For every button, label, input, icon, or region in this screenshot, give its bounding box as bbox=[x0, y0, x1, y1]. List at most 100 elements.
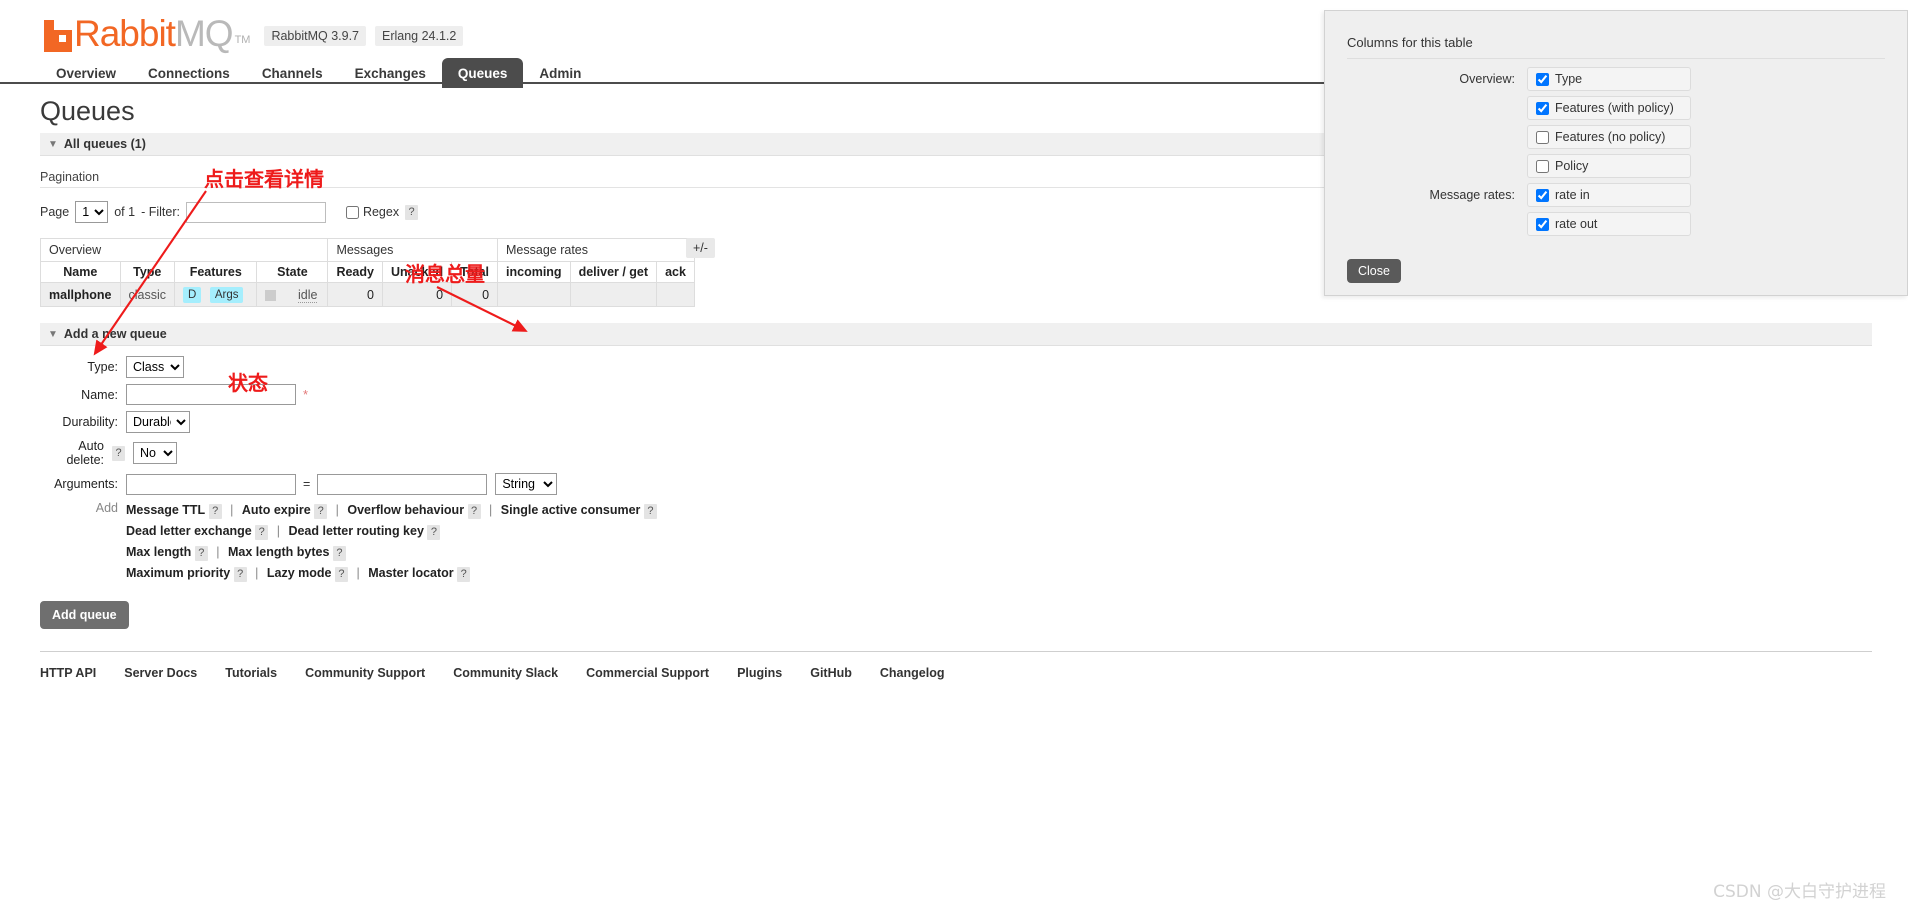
preset-lazy-mode-help-icon[interactable]: ? bbox=[334, 567, 348, 582]
preset-line-3: Max length ? | Max length bytes ? bbox=[126, 543, 657, 561]
preset-max-length-help-icon[interactable]: ? bbox=[194, 546, 208, 561]
preset-single-active-consumer[interactable]: Single active consumer bbox=[501, 503, 641, 517]
preset-dead-letter-routing-key[interactable]: Dead letter routing key bbox=[288, 524, 423, 538]
brand-text: RabbitMQ bbox=[74, 13, 234, 54]
footer-link-plugins[interactable]: Plugins bbox=[737, 666, 782, 680]
preset-single-active-consumer-help-icon[interactable]: ? bbox=[643, 504, 657, 519]
label-type: Type: bbox=[87, 360, 118, 374]
footer-link-community-support[interactable]: Community Support bbox=[305, 666, 425, 680]
column-option-policy[interactable]: Policy bbox=[1527, 154, 1691, 178]
footer-link-github[interactable]: GitHub bbox=[810, 666, 852, 680]
badge-durable[interactable]: D bbox=[183, 286, 202, 303]
regex-checkbox[interactable] bbox=[345, 205, 359, 219]
preset-overflow-behaviour[interactable]: Overflow behaviour bbox=[347, 503, 464, 517]
add-queue-button[interactable]: Add queue bbox=[40, 601, 129, 629]
footer-link-tutorials[interactable]: Tutorials bbox=[225, 666, 277, 680]
preset-message-ttl-help-icon[interactable]: ? bbox=[208, 504, 222, 519]
column-option-features-with-policy[interactable]: Features (with policy) bbox=[1527, 96, 1691, 120]
preset-message-ttl[interactable]: Message TTL bbox=[126, 503, 205, 517]
auto-delete-select[interactable]: No bbox=[133, 442, 177, 464]
column-checkbox-rate-out[interactable] bbox=[1536, 217, 1549, 231]
footer-link-server-docs[interactable]: Server Docs bbox=[124, 666, 197, 680]
auto-delete-help-icon[interactable]: ? bbox=[112, 445, 125, 461]
column-option-type[interactable]: Type bbox=[1527, 67, 1691, 91]
tab-exchanges[interactable]: Exchanges bbox=[339, 58, 442, 88]
col-total[interactable]: Total bbox=[451, 261, 499, 283]
col-type[interactable]: Type bbox=[119, 261, 176, 283]
preset-maximum-priority[interactable]: Maximum priority bbox=[126, 566, 230, 580]
preset-auto-expire-help-icon[interactable]: ? bbox=[314, 504, 328, 519]
col-incoming[interactable]: incoming bbox=[497, 261, 571, 283]
filter-input[interactable] bbox=[185, 201, 326, 223]
argument-presets: Add Message TTL ? | Auto expire ? | Over… bbox=[40, 501, 1908, 585]
preset-max-length-bytes[interactable]: Max length bytes bbox=[228, 545, 329, 559]
tab-queues[interactable]: Queues bbox=[441, 58, 524, 88]
preset-maximum-priority-help-icon[interactable]: ? bbox=[233, 567, 247, 582]
tab-admin[interactable]: Admin bbox=[523, 58, 597, 88]
tab-overview[interactable]: Overview bbox=[40, 58, 132, 88]
col-unacked[interactable]: Unacked bbox=[381, 261, 453, 283]
col-features[interactable]: Features bbox=[174, 261, 258, 283]
column-checkbox-features-no-policy[interactable] bbox=[1536, 130, 1549, 144]
column-checkbox-features-with-policy[interactable] bbox=[1536, 101, 1549, 115]
queue-name-link[interactable]: mallphone bbox=[49, 288, 112, 302]
preset-lazy-mode[interactable]: Lazy mode bbox=[267, 566, 332, 580]
label-name: Name: bbox=[81, 387, 118, 402]
argument-type-select[interactable]: String bbox=[495, 473, 558, 495]
form-row-arguments: Arguments: = String bbox=[40, 473, 1908, 495]
preset-max-length[interactable]: Max length bbox=[126, 545, 191, 559]
footer-link-changelog[interactable]: Changelog bbox=[880, 666, 945, 680]
column-checkbox-policy[interactable] bbox=[1536, 159, 1549, 173]
column-checkbox-rate-in[interactable] bbox=[1536, 188, 1549, 202]
preset-master-locator[interactable]: Master locator bbox=[368, 566, 453, 580]
footer-link-community-slack[interactable]: Community Slack bbox=[453, 666, 558, 680]
add-queue-section-label: Add a new queue bbox=[63, 327, 167, 341]
tab-channels[interactable]: Channels bbox=[246, 58, 339, 88]
preset-auto-expire[interactable]: Auto expire bbox=[242, 503, 311, 517]
badge-args[interactable]: Args bbox=[209, 286, 244, 303]
tab-connections[interactable]: Connections bbox=[132, 58, 246, 88]
brand-mq: MQ bbox=[174, 13, 234, 54]
page-select[interactable]: 1 bbox=[75, 201, 109, 223]
footer-link-http-api[interactable]: HTTP API bbox=[40, 666, 96, 680]
cell-queue-name[interactable]: mallphone bbox=[40, 282, 121, 307]
column-checkbox-type[interactable] bbox=[1536, 72, 1549, 86]
trademark-mark: TM bbox=[234, 34, 251, 46]
queue-name-input[interactable] bbox=[126, 384, 296, 405]
page-of-label: of 1 bbox=[114, 205, 136, 219]
preset-max-length-bytes-help-icon[interactable]: ? bbox=[332, 546, 346, 561]
column-option-features-no-policy[interactable]: Features (no policy) bbox=[1527, 125, 1691, 149]
footer-link-commercial-support[interactable]: Commercial Support bbox=[586, 666, 709, 680]
badge-erlang-version: Erlang 24.1.2 bbox=[375, 26, 464, 46]
column-option-rate-in[interactable]: rate in bbox=[1527, 183, 1691, 207]
col-ready[interactable]: Ready bbox=[327, 261, 383, 283]
preset-overflow-help-icon[interactable]: ? bbox=[467, 504, 481, 519]
section-add-new-queue[interactable]: ▼ Add a new queue bbox=[40, 323, 1872, 346]
columns-group-label-overview: Overview: bbox=[1459, 72, 1515, 86]
argument-value-input[interactable] bbox=[317, 473, 488, 495]
column-option-rate-out[interactable]: rate out bbox=[1527, 212, 1691, 236]
regex-help-icon[interactable]: ? bbox=[405, 204, 419, 220]
close-columns-button[interactable]: Close bbox=[1347, 259, 1401, 283]
type-select[interactable]: Classic bbox=[126, 356, 184, 378]
chevron-down-icon: ▼ bbox=[48, 138, 58, 150]
preset-dlx-help-icon[interactable]: ? bbox=[255, 525, 269, 540]
rabbitmq-logo[interactable]: RabbitMQ TM RabbitMQ 3.9.7 Erlang 24.1.2 bbox=[44, 13, 472, 54]
table-row[interactable]: mallphone classic D Args idle 0 0 0 bbox=[40, 282, 695, 307]
all-queues-label: All queues (1) bbox=[63, 137, 146, 151]
col-name[interactable]: Name bbox=[40, 261, 121, 283]
durability-select[interactable]: Durable bbox=[126, 411, 190, 433]
cell-queue-type: classic bbox=[119, 282, 176, 307]
col-state[interactable]: State bbox=[256, 261, 329, 283]
table-column-header-row: Name Type Features State Ready Unacked T… bbox=[40, 261, 695, 283]
preset-dead-letter-exchange[interactable]: Dead letter exchange bbox=[126, 524, 252, 538]
preset-line-4: Maximum priority ? | Lazy mode ? | Maste… bbox=[126, 564, 657, 582]
preset-master-locator-help-icon[interactable]: ? bbox=[457, 567, 471, 582]
argument-key-input[interactable] bbox=[126, 473, 296, 495]
col-ack[interactable]: ack bbox=[656, 261, 695, 283]
preset-dlrk-help-icon[interactable]: ? bbox=[427, 525, 441, 540]
toggle-columns-button[interactable]: +/- bbox=[686, 238, 715, 258]
col-deliver-get[interactable]: deliver / get bbox=[569, 261, 658, 283]
cell-incoming bbox=[497, 282, 571, 307]
form-row-type: Type: Classic bbox=[40, 356, 1908, 378]
